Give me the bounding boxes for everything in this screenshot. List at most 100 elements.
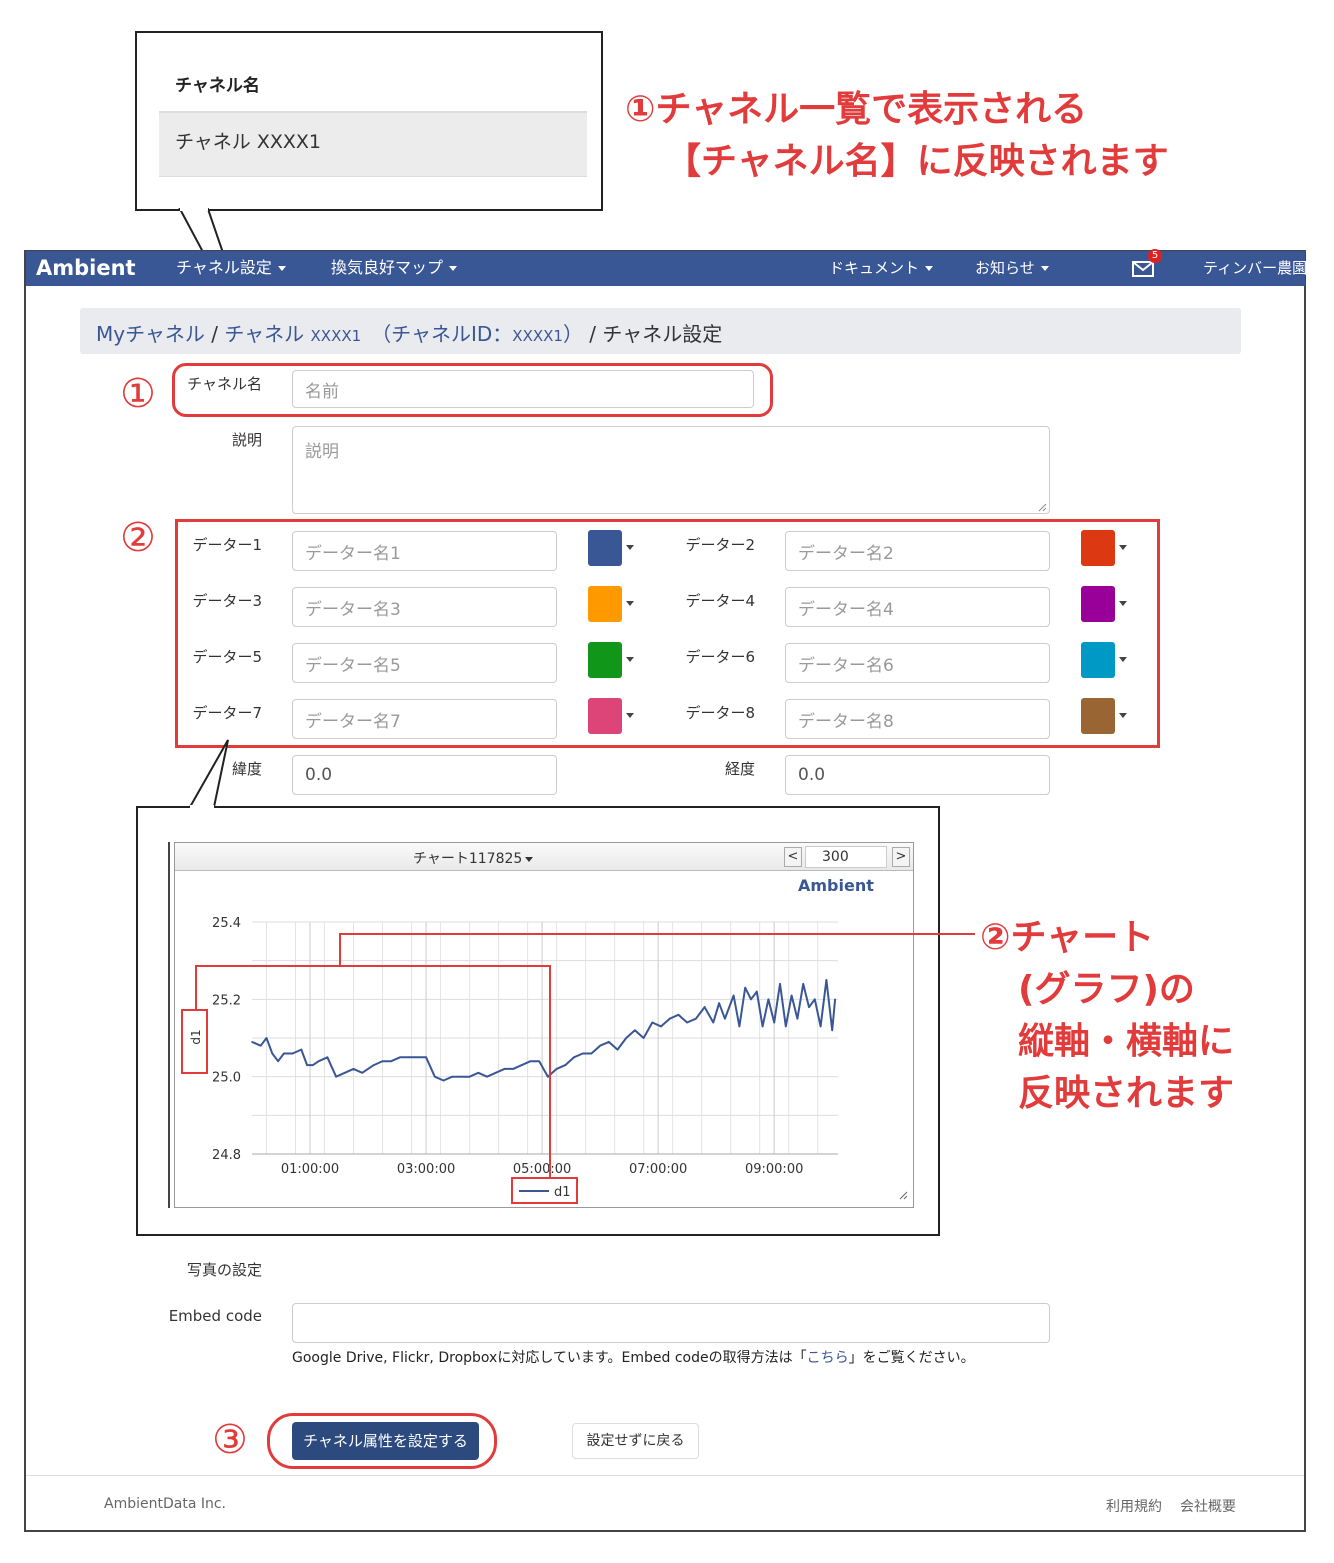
annotation-note-2: ②チャート (グラフ)の 縦軸・横軸に 反映されます: [980, 912, 1234, 1120]
photo-settings-label: 写真の設定: [186, 1261, 262, 1279]
data-point: [283, 1052, 285, 1055]
footer-about-link[interactable]: 会社概要: [1180, 1496, 1236, 1516]
data-point: [326, 1056, 329, 1059]
data-point: [251, 1041, 253, 1043]
data-point: [808, 1006, 810, 1008]
data-point: [259, 1044, 262, 1047]
data-point: [477, 1072, 480, 1074]
set-channel-attributes-button[interactable]: チャネル属性を設定する: [292, 1422, 479, 1460]
data-point: [642, 1037, 645, 1039]
connector-line: [339, 933, 975, 966]
data-point: [468, 1075, 471, 1078]
footer-terms-link[interactable]: 利用規約: [1106, 1496, 1162, 1516]
data-point: [555, 1068, 558, 1070]
data-point: [761, 1025, 764, 1028]
data-point: [277, 1060, 279, 1062]
embed-help: Google Drive, Flickr, Dropboxに対応しています。Em…: [292, 1350, 807, 1366]
x-tick-label: 01:00:00: [281, 1162, 339, 1177]
data-point: [416, 1056, 419, 1059]
data-point: [779, 983, 781, 985]
data-point: [434, 1075, 436, 1078]
y-tick-label: 25.4: [212, 916, 241, 931]
x-tick-label: 05:00:00: [513, 1162, 571, 1177]
data-point: [460, 1075, 462, 1078]
data-point: [564, 1064, 567, 1066]
data-point: [718, 1002, 720, 1004]
embed-code-label: Embed code: [168, 1307, 262, 1325]
data-point: [547, 1075, 549, 1078]
note2-line4: 反映されます: [1018, 1073, 1235, 1114]
legend-label: d1: [554, 1185, 571, 1200]
data-point: [367, 1068, 369, 1070]
data-point: [590, 1052, 593, 1055]
data-point: [686, 1021, 688, 1024]
data-point: [831, 1029, 833, 1032]
data-point: [814, 998, 816, 1001]
data-point: [668, 1017, 671, 1020]
embed-help-text: Google Drive, Flickr, Dropboxに対応しています。Em…: [292, 1347, 975, 1367]
data-point: [425, 1056, 427, 1059]
data-point: [834, 998, 836, 1001]
y-axis-label: d1: [189, 1029, 203, 1044]
data-point: [317, 1060, 320, 1062]
x-tick-label: 07:00:00: [629, 1162, 687, 1177]
data-point: [712, 1021, 715, 1024]
x-tick-label: 03:00:00: [397, 1162, 455, 1177]
data-point: [625, 1037, 627, 1039]
data-point: [608, 1041, 610, 1043]
data-point: [732, 994, 735, 997]
data-point: [494, 1072, 497, 1074]
data-point: [399, 1056, 401, 1059]
resize-handle-icon: [899, 1191, 908, 1200]
data-point: [581, 1052, 584, 1055]
y-tick-label: 24.8: [212, 1148, 241, 1163]
data-point: [767, 998, 770, 1001]
data-point: [616, 1048, 619, 1051]
data-point: [300, 1048, 303, 1051]
data-point: [724, 1017, 726, 1020]
data-point: [361, 1072, 364, 1074]
data-point: [785, 1025, 787, 1028]
data-point: [573, 1056, 575, 1059]
data-point: [651, 1021, 654, 1024]
data-point: [538, 1060, 540, 1062]
data-point: [738, 1025, 741, 1028]
data-point: [451, 1075, 454, 1078]
data-point: [512, 1068, 514, 1070]
data-point: [291, 1052, 294, 1055]
y-tick-label: 25.0: [212, 1071, 241, 1086]
note2-line1: ②チャート: [980, 917, 1155, 958]
data-point: [744, 986, 746, 989]
data-point: [756, 990, 758, 993]
footer-company: AmbientData Inc.: [104, 1496, 226, 1512]
cancel-button[interactable]: 設定せずに戻る: [572, 1423, 699, 1459]
data-point: [819, 1025, 822, 1028]
embed-code-input[interactable]: [292, 1303, 1050, 1343]
x-tick-label: 09:00:00: [745, 1162, 803, 1177]
data-point: [695, 1017, 697, 1020]
data-point: [773, 1021, 775, 1024]
footer-divider: [26, 1475, 1304, 1476]
data-point: [634, 1029, 636, 1032]
embed-help-link[interactable]: こちら: [807, 1350, 849, 1366]
data-point: [599, 1044, 601, 1047]
resize-handle-icon: [903, 1195, 908, 1200]
data-point: [521, 1064, 523, 1066]
data-point: [660, 1025, 662, 1028]
data-point: [486, 1075, 488, 1078]
data-point: [750, 998, 752, 1001]
data-point: [442, 1079, 445, 1082]
data-point: [381, 1060, 384, 1062]
y-tick-label: 25.2: [212, 993, 241, 1008]
data-point: [265, 1037, 268, 1039]
data-point: [352, 1068, 355, 1070]
data-point: [825, 979, 828, 981]
data-point: [677, 1014, 680, 1016]
data-point: [335, 1075, 337, 1078]
data-point: [407, 1056, 410, 1059]
embed-help-end: 」をご覧ください。: [848, 1350, 975, 1366]
data-point: [344, 1072, 346, 1074]
data-point: [306, 1064, 308, 1066]
data-point: [503, 1068, 506, 1070]
data-point: [373, 1064, 375, 1066]
